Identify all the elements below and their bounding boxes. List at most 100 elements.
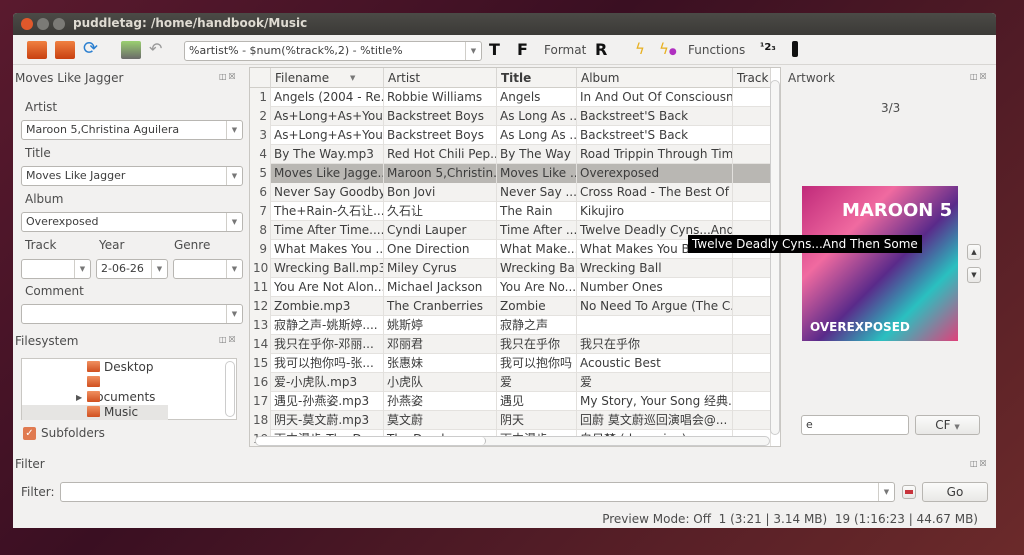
- table-cell: Never Say ...: [497, 183, 577, 202]
- dock-float-close-icon[interactable]: ◫☒: [219, 72, 238, 81]
- table-row[interactable]: 14 我只在乎你-邓丽... 邓丽君 我只在乎你 我只在乎你: [250, 335, 771, 354]
- year-value: 2-06-26: [101, 262, 144, 275]
- cover-logo: MAROON 5: [842, 200, 953, 221]
- go-button[interactable]: Go: [922, 482, 988, 502]
- add-folder-icon[interactable]: [55, 41, 75, 59]
- table-cell: [733, 183, 771, 202]
- album-label: Album: [25, 192, 64, 206]
- filter-label: Filter:: [21, 485, 55, 499]
- table-row[interactable]: 17 遇见-孙燕姿.mp3 孙燕姿 遇见 My Story, Your Song 经典.…: [250, 392, 771, 411]
- table-cell: 寂静之声: [497, 316, 577, 335]
- subfolders-checkbox[interactable]: ✓: [23, 427, 36, 440]
- table-vertical-scrollbar[interactable]: [770, 80, 780, 435]
- maximize-window-button[interactable]: [53, 18, 65, 30]
- filter-input[interactable]: ▼: [60, 482, 895, 502]
- open-folder-icon[interactable]: [27, 41, 47, 59]
- table-cell: 阴天: [497, 411, 577, 430]
- comment-label: Comment: [25, 284, 84, 298]
- column-header-track[interactable]: Track: [733, 68, 771, 88]
- clipboard-icon[interactable]: [792, 41, 798, 57]
- chevron-down-icon: ▼: [226, 260, 242, 278]
- table-row[interactable]: 18 阴天-莫文蔚.mp3 莫文蔚 阴天 回蔚 莫文蔚巡回演唱会@...: [250, 411, 771, 430]
- artwork-type-value: CF: [935, 418, 951, 432]
- tag-to-file-icon[interactable]: T: [489, 40, 500, 59]
- title-field[interactable]: Moves Like Jagger ▼: [21, 166, 243, 186]
- minimize-window-button[interactable]: [37, 18, 49, 30]
- table-cell: 我可以抱你吗-张...: [271, 354, 384, 373]
- folder-item[interactable]: Desktop: [22, 360, 168, 375]
- genre-field[interactable]: ▼: [173, 259, 243, 279]
- autonumber-icon[interactable]: ¹2₃: [760, 42, 776, 53]
- next-artwork-button[interactable]: ▼: [967, 267, 981, 283]
- row-number: 13: [250, 316, 271, 335]
- table-cell: 莫文蔚: [384, 411, 497, 430]
- expand-arrow-icon[interactable]: ▶: [76, 390, 82, 405]
- row-number: 6: [250, 183, 271, 202]
- column-header-album[interactable]: Album: [577, 68, 733, 88]
- album-field[interactable]: Overexposed ▼: [21, 212, 243, 232]
- artist-field[interactable]: Maroon 5,Christina Aguilera ▼: [21, 120, 243, 140]
- clear-filter-button[interactable]: [902, 485, 916, 499]
- table-cell: Backstreet Boys: [384, 107, 497, 126]
- functions-button[interactable]: Functions: [688, 43, 745, 57]
- artwork-type-select[interactable]: CF ▼: [915, 415, 980, 435]
- table-cell: Zombie: [497, 297, 577, 316]
- artwork-description-input[interactable]: e: [801, 415, 909, 435]
- year-field[interactable]: 2-06-26 ▼: [96, 259, 168, 279]
- table-row[interactable]: 4 By The Way.mp3 Red Hot Chili Pep... By Th…: [250, 145, 771, 164]
- table-row[interactable]: 2 As+Long+As+You... Backstreet Boys As Long…: [250, 107, 771, 126]
- table-cell: You Are No...: [497, 278, 577, 297]
- format-button[interactable]: Format: [544, 43, 586, 57]
- artwork-title: Artwork: [788, 71, 835, 85]
- quick-actions-icon[interactable]: ϟ: [635, 40, 645, 58]
- table-row[interactable]: 16 爱-小虎队.mp3 小虎队爱爱: [250, 373, 771, 392]
- refresh-icon[interactable]: ⟳: [83, 38, 98, 59]
- column-header-filename[interactable]: Filename: [271, 68, 384, 88]
- column-header-title[interactable]: Title: [497, 68, 577, 88]
- folder-icon: [87, 376, 100, 387]
- comment-field[interactable]: ▼: [21, 304, 243, 324]
- folder-item[interactable]: Music: [22, 405, 168, 420]
- folder-tree-scrollbar[interactable]: [225, 361, 235, 417]
- row-number: 11: [250, 278, 271, 297]
- previous-artwork-button[interactable]: ▲: [967, 244, 981, 260]
- dock-float-close-icon[interactable]: ◫☒: [970, 459, 989, 468]
- table-row[interactable]: 3 As+Long+As+You... Backstreet Boys As Long…: [250, 126, 771, 145]
- actions-icon[interactable]: ϟ●: [659, 40, 677, 58]
- file-to-tag-icon[interactable]: F: [517, 40, 528, 59]
- table-row[interactable]: 10 Wrecking Ball.mp3 Miley Cyrus Wrecking B…: [250, 259, 771, 278]
- dock-float-close-icon[interactable]: ◫☒: [219, 335, 238, 344]
- chevron-down-icon: ▼: [226, 167, 242, 185]
- table-horizontal-scrollbar[interactable]: [255, 436, 770, 446]
- table-row[interactable]: 15 我可以抱你吗-张... 张惠妹 我可以抱你吗 Acoustic Best: [250, 354, 771, 373]
- table-row[interactable]: 1 Angels (2004 - Re... Robbie Williams Ange…: [250, 88, 771, 107]
- table-row[interactable]: 5 Moves Like Jagge... Maroon 5,Christin...…: [250, 164, 771, 183]
- artwork-description-value: e: [806, 418, 813, 431]
- row-number: 8: [250, 221, 271, 240]
- table-cell: Bon Jovi: [384, 183, 497, 202]
- table-cell: Red Hot Chili Pep...: [384, 145, 497, 164]
- track-label: Track: [25, 238, 57, 252]
- chevron-down-icon: ▼: [226, 213, 242, 231]
- file-table[interactable]: Filename Artist Title Album Track ▼ 1 Angels (2…: [249, 67, 781, 447]
- table-row[interactable]: 13 寂静之声-姚斯婷.... 姚斯婷 寂静之声: [250, 316, 771, 335]
- status-bar: Preview Mode: Off 1 (3:21 | 3.14 MB) 19 …: [602, 512, 978, 526]
- close-window-button[interactable]: [21, 18, 33, 30]
- table-row[interactable]: 12 Zombie.mp3 The Cranberries Zombie No Need…: [250, 297, 771, 316]
- folder-item[interactable]: ▶Downloads: [22, 390, 168, 419]
- row-number: 10: [250, 259, 271, 278]
- save-icon[interactable]: [121, 41, 141, 59]
- folder-item[interactable]: Documents: [22, 375, 168, 404]
- rename-dirs-icon[interactable]: R: [595, 40, 607, 59]
- folder-tree[interactable]: DesktopDocuments▶DownloadsMusic: [21, 358, 237, 420]
- dock-float-close-icon[interactable]: ◫☒: [970, 72, 989, 81]
- undo-icon[interactable]: ↶: [149, 39, 162, 58]
- pattern-combo[interactable]: %artist% - $num(%track%,2) - %title% ▼: [184, 41, 482, 61]
- table-row[interactable]: 6 Never Say Goodby... Bon Jovi Never Say ..…: [250, 183, 771, 202]
- table-row[interactable]: 7 The+Rain-久石让.... 久石让 The Rain Kikujiro: [250, 202, 771, 221]
- table-row[interactable]: 11 You Are Not Alon... Michael Jackson You …: [250, 278, 771, 297]
- table-cell: Acoustic Best: [577, 354, 733, 373]
- tooltip: Twelve Deadly Cyns...And Then Some: [688, 235, 922, 253]
- track-field[interactable]: ▼: [21, 259, 91, 279]
- column-header-artist[interactable]: Artist: [384, 68, 497, 88]
